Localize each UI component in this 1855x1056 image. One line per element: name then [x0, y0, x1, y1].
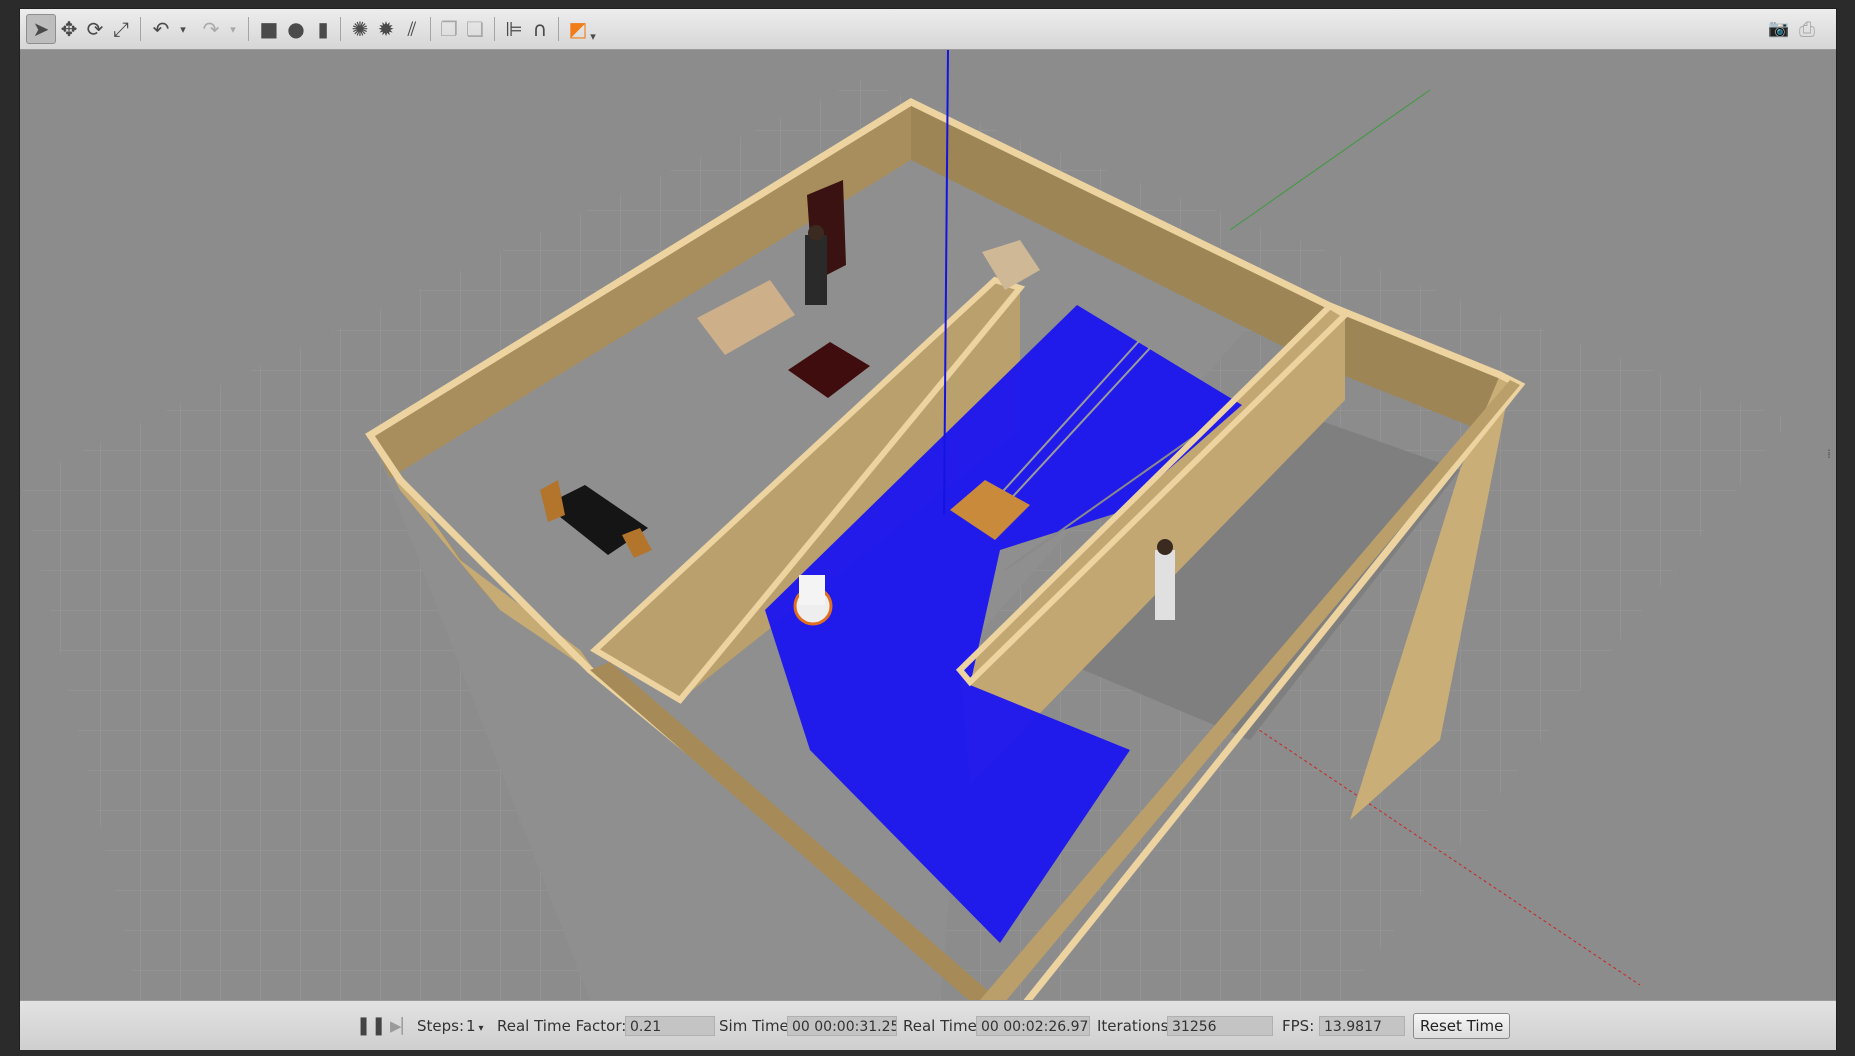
real-time-label: Real Time: — [903, 1016, 982, 1035]
toolbar-separator — [558, 17, 559, 41]
toolbar-separator — [340, 17, 341, 41]
walking-person[interactable] — [1155, 539, 1175, 620]
undo-history-button[interactable]: ▾ — [176, 14, 190, 44]
sim-time-label: Sim Time: — [719, 1016, 794, 1035]
toolbar-separator — [140, 17, 141, 41]
fps-label: FPS: — [1282, 1016, 1315, 1035]
arrow-cursor-icon: ➤ — [32, 17, 50, 41]
iterations-field-wrap: 31256 — [1167, 1001, 1273, 1050]
cylinder-shape-button[interactable]: ▮ — [308, 14, 338, 44]
rtf-field: 0.21 — [625, 1015, 715, 1036]
drag-handle-icon: ⁞ — [1827, 447, 1831, 461]
log-icon: ⎙ — [1799, 17, 1815, 41]
camera-icon: 📷 — [1768, 18, 1790, 39]
undo-button[interactable]: ↶ — [146, 14, 176, 44]
paste-button[interactable]: ❏ — [460, 14, 490, 44]
step-icon: ▶▏ — [390, 1016, 414, 1035]
undo-icon: ↶ — [152, 17, 170, 41]
cylinder-icon: ▮ — [317, 17, 329, 41]
rtf-field-wrap: 0.21 — [625, 1001, 715, 1050]
move-arrows-icon: ✥ — [60, 17, 78, 41]
toolbar-separator — [430, 17, 431, 41]
point-light-icon: ✺ — [351, 17, 369, 41]
spot-light-icon: ✹ — [377, 17, 395, 41]
toolbar: ➤ ✥ ⟳ ⤢ ↶ ▾ ↷ ▾ ■ ● ▮ ✺ ✹ ⫽ ❐ ❏ ⊫ ∩ ◩ ▾ … — [20, 9, 1836, 50]
reset-time-button[interactable]: Reset Time — [1413, 1012, 1511, 1039]
steps-label: Steps: — [417, 1016, 465, 1035]
gazebo-window: ➤ ✥ ⟳ ⤢ ↶ ▾ ↷ ▾ ■ ● ▮ ✺ ✹ ⫽ ❐ ❏ ⊫ ∩ ◩ ▾ … — [19, 8, 1837, 1050]
pause-button[interactable]: ❚❚ — [356, 1001, 386, 1050]
align-icon: ⊫ — [505, 17, 523, 41]
chevron-down-icon: ▾ — [230, 22, 236, 36]
snap-button[interactable]: ∩ — [525, 14, 555, 44]
box-shape-button[interactable]: ■ — [254, 14, 284, 44]
box-icon: ■ — [259, 17, 279, 41]
chevron-down-icon: ▾ — [478, 1023, 484, 1034]
paste-icon: ❏ — [466, 17, 484, 41]
fps-field: 13.9817 — [1319, 1015, 1405, 1036]
scale-mode-button[interactable]: ⤢ — [106, 14, 136, 44]
directional-light-icon: ⫽ — [407, 17, 417, 41]
3d-viewport[interactable]: ⁞ ⁞ — [20, 50, 1836, 1000]
screenshot-button[interactable]: 📷 — [1764, 14, 1794, 44]
redo-button[interactable]: ↷ — [196, 14, 226, 44]
right-panel-handle[interactable]: ⁞ — [1826, 447, 1832, 461]
pause-icon: ❚❚ — [356, 1015, 387, 1036]
chevron-down-icon: ▾ — [590, 29, 596, 43]
iterations-field: 31256 — [1167, 1015, 1273, 1036]
rtf-label: Real Time Factor: — [497, 1016, 627, 1035]
steps-spinbox[interactable]: 1 ▾ — [466, 1001, 484, 1050]
view-angle-icon: ◩ — [568, 17, 588, 41]
sim-time-field: 00 00:00:31.256 — [787, 1015, 897, 1036]
step-button[interactable]: ▶▏ — [390, 1001, 413, 1050]
fps-field-wrap: 13.9817 — [1319, 1001, 1405, 1050]
scale-icon: ⤢ — [113, 17, 129, 41]
toolbar-separator — [494, 17, 495, 41]
magnet-icon: ∩ — [532, 17, 548, 41]
real-time-field-wrap: 00 00:02:26.979 — [976, 1001, 1090, 1050]
sim-time-field-wrap: 00 00:00:31.256 — [787, 1001, 897, 1050]
select-mode-button[interactable]: ➤ — [26, 14, 56, 44]
standing-person[interactable] — [805, 225, 827, 305]
redo-icon: ↷ — [202, 17, 220, 41]
log-button[interactable]: ⎙ — [1792, 14, 1822, 44]
real-time-field: 00 00:02:26.979 — [976, 1015, 1090, 1036]
redo-history-button[interactable]: ▾ — [226, 14, 240, 44]
time-panel: ❚❚ ▶▏ Steps: 1 ▾ Real Time Factor: 0.21 … — [20, 1000, 1836, 1050]
sphere-shape-button[interactable]: ● — [281, 14, 311, 44]
chevron-down-icon: ▾ — [180, 22, 186, 36]
view-angle-dropdown[interactable]: ▾ — [586, 21, 600, 51]
copy-icon: ❐ — [440, 17, 458, 41]
steps-value: 1 — [466, 1016, 476, 1035]
toolbar-separator — [248, 17, 249, 41]
reset-wrap: Reset Time — [1413, 1001, 1511, 1050]
iterations-label: Iterations: — [1097, 1016, 1174, 1035]
rotate-icon: ⟳ — [86, 17, 104, 41]
3d-scene[interactable] — [20, 50, 1836, 1000]
sphere-icon: ● — [287, 17, 305, 41]
directional-light-button[interactable]: ⫽ — [397, 14, 427, 44]
